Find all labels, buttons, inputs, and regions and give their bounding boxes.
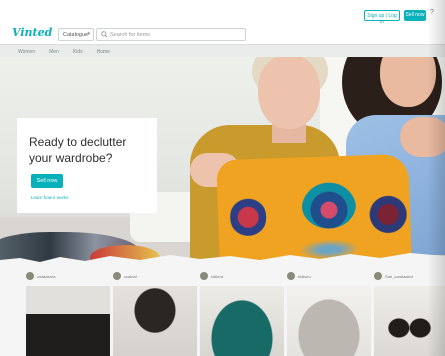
promo-card: Ready to declutter your wardrobe? Sell n… (17, 118, 157, 213)
item-card[interactable]: ccatrial (113, 266, 197, 356)
item-photo[interactable] (200, 286, 284, 356)
username: lottierd (211, 273, 224, 279)
signup-login-button[interactable]: Sign up | Log in (364, 10, 400, 25)
shirt-motif (367, 193, 409, 236)
item-photo[interactable] (287, 286, 371, 356)
item-user[interactable]: odakasma (26, 272, 55, 280)
promo-headline: Ready to declutter your wardrobe? (29, 135, 127, 165)
nav-item-men[interactable]: Men (49, 49, 59, 55)
catalogue-label: Catalogue (63, 32, 89, 38)
item-card[interactable]: lottierd (200, 266, 284, 356)
search-icon (101, 31, 108, 38)
username: ccatrial (124, 273, 137, 279)
screen: Ready to declutter your wardrobe? Sell n… (0, 0, 445, 356)
item-user[interactable]: lottierd (200, 272, 223, 280)
item-grid: odakasma ccatrial lottierd eldiseu Sari_… (0, 266, 445, 356)
nav-item-kids[interactable]: Kids (73, 49, 83, 55)
avatar (374, 272, 382, 280)
item-photo[interactable] (113, 286, 197, 356)
username: eldiseu (298, 273, 311, 279)
shirt-motif (229, 194, 267, 240)
top-nav: Vinted Catalogue ▾ Search for items Sign… (0, 0, 445, 55)
logo[interactable]: Vinted (12, 26, 52, 39)
sell-now-button[interactable]: Sell now (404, 10, 426, 21)
avatar (287, 272, 295, 280)
promo-sell-button[interactable]: Sell now (31, 174, 63, 188)
catalogue-dropdown[interactable]: Catalogue ▾ (58, 28, 94, 41)
avatar (200, 272, 208, 280)
item-card[interactable]: odakasma (26, 266, 110, 356)
hero-banner: Ready to declutter your wardrobe? Sell n… (0, 57, 445, 267)
username: odakasma (37, 273, 56, 279)
screen-edge-shadow (427, 0, 445, 356)
item-user[interactable]: eldiseu (287, 272, 311, 280)
username: Sari_cardiaaled (385, 273, 413, 279)
item-card[interactable]: eldiseu (287, 266, 371, 356)
item-photo[interactable] (26, 286, 110, 356)
avatar (26, 272, 34, 280)
item-user[interactable]: Sari_cardiaaled (374, 272, 413, 280)
category-nav: Women Men Kids Home (18, 49, 110, 55)
search-placeholder: Search for items (110, 32, 151, 38)
shirt-motif (301, 181, 357, 230)
nav-item-women[interactable]: Women (18, 49, 35, 55)
hero-person-1-face (258, 57, 320, 129)
search-input[interactable]: Search for items (96, 28, 246, 41)
chevron-down-icon: ▾ (87, 31, 90, 37)
nav-item-home[interactable]: Home (97, 49, 110, 55)
item-user[interactable]: ccatrial (113, 272, 137, 280)
avatar (113, 272, 121, 280)
promo-learn-link[interactable]: Learn how it works (31, 195, 69, 200)
